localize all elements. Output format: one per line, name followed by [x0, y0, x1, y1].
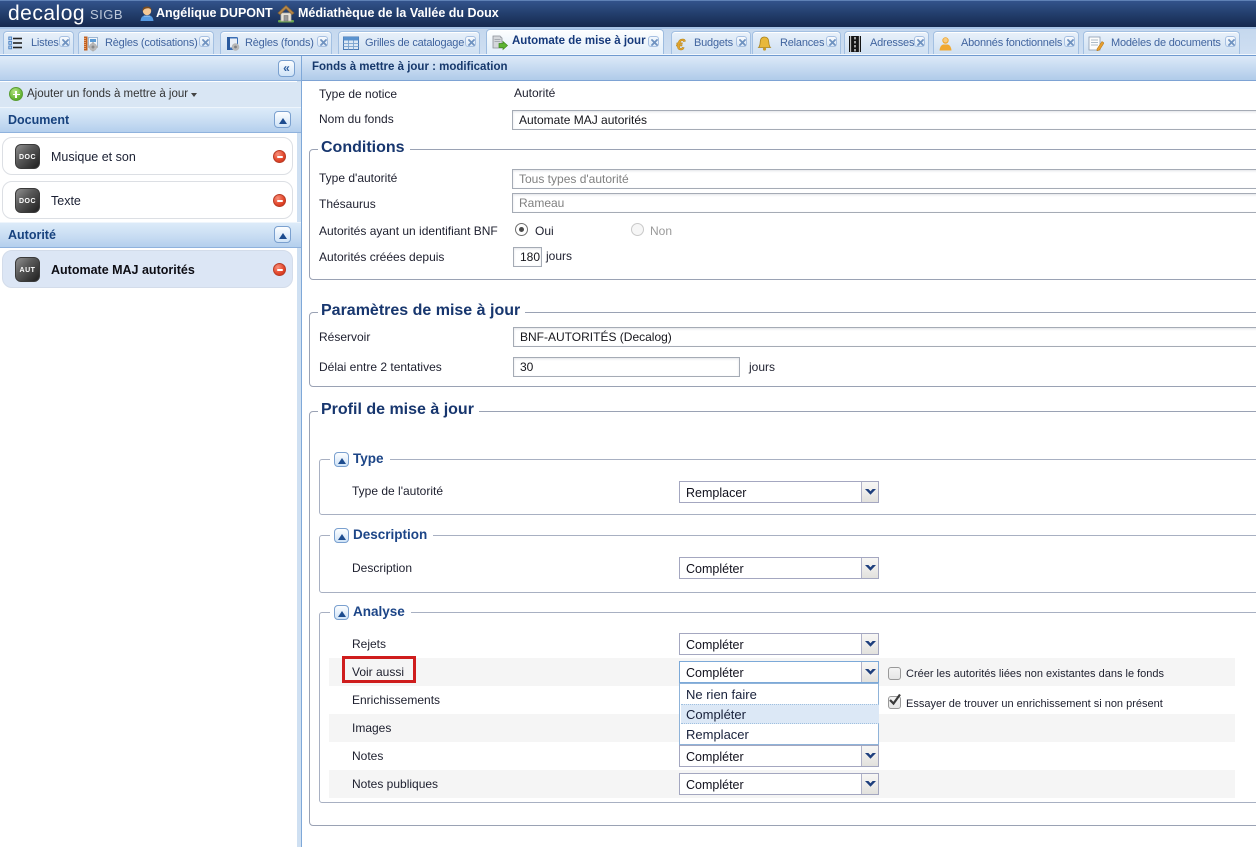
svg-text:€: € [676, 37, 686, 53]
